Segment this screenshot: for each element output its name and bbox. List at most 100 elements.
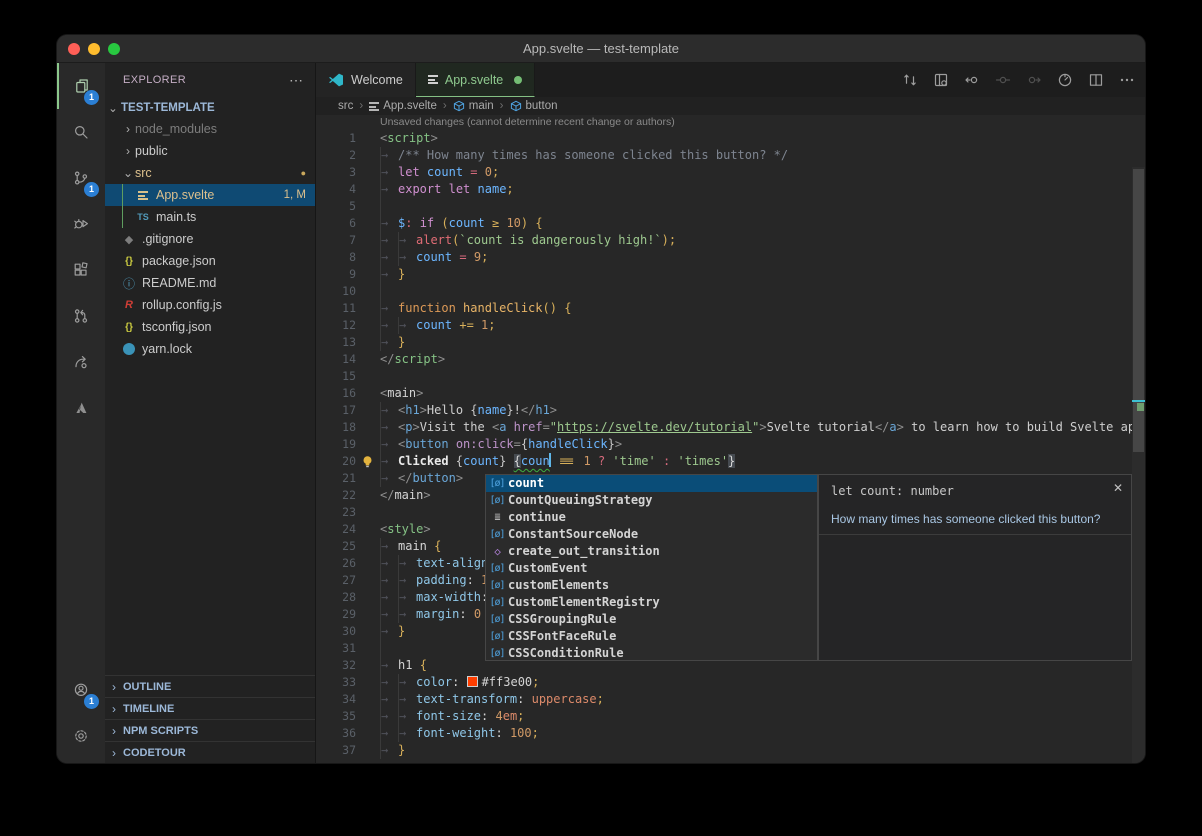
open-preview-icon[interactable] — [933, 72, 949, 88]
suggest-item-countqueuingstrategy[interactable]: [ø]CountQueuingStrategy — [486, 492, 817, 509]
breadcrumb-item-button[interactable]: button — [510, 100, 558, 112]
code-line[interactable]: 36→→font-weight: 100; — [316, 725, 1145, 742]
change-dot-icon[interactable] — [995, 72, 1011, 88]
suggest-item-customevent[interactable]: [ø]CustomEvent — [486, 560, 817, 577]
suggest-item-cssfontfacerule[interactable]: [ø]CSSFontFaceRule — [486, 628, 817, 645]
more-actions-icon[interactable]: ⋯ — [289, 72, 303, 89]
breadcrumb-label: main — [469, 100, 494, 112]
next-change-icon[interactable] — [1026, 72, 1042, 88]
code-line[interactable]: 35→→font-size: 4em; — [316, 708, 1145, 725]
code-line[interactable]: 8→→count = 9; — [316, 249, 1145, 266]
suggest-item-customelements[interactable]: [ø]customElements — [486, 577, 817, 594]
tree-folder-src[interactable]: ⌄src● — [105, 162, 315, 184]
suggest-item-customelementregistry[interactable]: [ø]CustomElementRegistry — [486, 594, 817, 611]
code-line[interactable]: 12→→count += 1; — [316, 317, 1145, 334]
activity-bar-item-github-pr[interactable] — [57, 293, 105, 339]
tab-welcome[interactable]: Welcome — [316, 63, 416, 97]
activity-bar-item-live-share[interactable] — [57, 339, 105, 385]
code-line[interactable]: 10→ — [316, 283, 1145, 300]
run-timer-icon[interactable] — [1057, 72, 1073, 88]
code-line[interactable]: 33→→color: #ff3e00; — [316, 674, 1145, 691]
suggest-label: CustomElementRegistry — [508, 594, 660, 611]
suggest-item-constantsourcenode[interactable]: [ø]ConstantSourceNode — [486, 526, 817, 543]
code-line[interactable]: 6→$: if (count ≥ 10) { — [316, 215, 1145, 232]
breadcrumb-item-main[interactable]: main — [453, 100, 494, 112]
code-line[interactable]: 37→} — [316, 742, 1145, 759]
codelens-annotation[interactable]: Unsaved changes (cannot determine recent… — [316, 115, 1145, 130]
azure-icon — [73, 400, 90, 416]
activity-bar-item-azure[interactable] — [57, 385, 105, 431]
sidebar-section-timeline[interactable]: ›TIMELINE — [105, 697, 315, 719]
git-compare-icon[interactable] — [902, 72, 918, 88]
activity-bar-item-explorer[interactable]: 1 — [57, 63, 105, 109]
suggest-label: create_out_transition — [508, 543, 660, 560]
code-line[interactable]: 19→<button on:click={handleClick}> — [316, 436, 1145, 453]
tree-file-package-json[interactable]: {}package.json — [105, 250, 315, 272]
tab-label: App.svelte — [445, 73, 503, 87]
chevron-right-icon: › — [105, 702, 123, 716]
tree-file-tsconfig-json[interactable]: {}tsconfig.json — [105, 316, 315, 338]
code-line[interactable]: 17→<h1>Hello {name}!</h1> — [316, 402, 1145, 419]
activity-bar-item-source-control[interactable]: 1 — [57, 155, 105, 201]
sidebar-section-npm-scripts[interactable]: ›NPM SCRIPTS — [105, 719, 315, 741]
tree-file-app-svelte[interactable]: App.svelte1, M — [105, 184, 315, 206]
file-label: App.svelte — [156, 188, 284, 202]
code-line[interactable]: 20→Clicked {count} {coun ≡ 1 ? 'time' : … — [316, 453, 1145, 470]
suggest-item-cssconditionrule[interactable]: [ø]CSSConditionRule — [486, 645, 817, 662]
activity-bar-item-extensions[interactable] — [57, 247, 105, 293]
tree-root-folder[interactable]: ⌄ TEST-TEMPLATE — [105, 97, 315, 118]
symbol-class-icon: [ø] — [486, 577, 508, 594]
file-label: node_modules — [135, 122, 315, 136]
suggest-item-count[interactable]: [ø]count — [486, 475, 817, 492]
activity-bar-item-run-debug[interactable] — [57, 201, 105, 247]
line-number: 3 — [316, 164, 356, 181]
line-number: 27 — [316, 572, 356, 589]
code-area[interactable]: Unsaved changes (cannot determine recent… — [316, 115, 1145, 763]
code-line[interactable]: 34→→text-transform: uppercase; — [316, 691, 1145, 708]
code-line[interactable]: 7→→alert(`count is dangerously high!`); — [316, 232, 1145, 249]
tree-folder-node-modules[interactable]: ›node_modules — [105, 118, 315, 140]
tree-file-rollup-config-js[interactable]: Rrollup.config.js — [105, 294, 315, 316]
sidebar-section-outline[interactable]: ›OUTLINE — [105, 675, 315, 697]
code-line[interactable]: 11→function handleClick() { — [316, 300, 1145, 317]
line-number: 18 — [316, 419, 356, 436]
suggest-item-create_out_transition[interactable]: ◇create_out_transition — [486, 543, 817, 560]
chevron-right-icon: › — [105, 680, 123, 694]
code-line[interactable]: 1<script> — [316, 130, 1145, 147]
tree-folder-public[interactable]: ›public — [105, 140, 315, 162]
code-line[interactable]: 3→let count = 0; — [316, 164, 1145, 181]
title-bar[interactable]: App.svelte — test-template — [57, 35, 1145, 63]
code-line[interactable]: 16<main> — [316, 385, 1145, 402]
code-line[interactable]: 18→<p>Visit the <a href="https://svelte.… — [316, 419, 1145, 436]
activity-bar-item-accounts[interactable]: 1 — [57, 667, 105, 713]
code-line[interactable]: 15 — [316, 368, 1145, 385]
suggest-item-continue[interactable]: ≣continue — [486, 509, 817, 526]
symbol-cube-icon — [453, 100, 465, 112]
line-number: 37 — [316, 742, 356, 759]
more-actions-icon[interactable] — [1119, 72, 1135, 88]
code-line[interactable]: 9→} — [316, 266, 1145, 283]
editor-scrollbar[interactable] — [1132, 167, 1145, 763]
code-line[interactable]: 13→} — [316, 334, 1145, 351]
tree-file--gitignore[interactable]: ◆.gitignore — [105, 228, 315, 250]
activity-bar-item-settings[interactable] — [57, 713, 105, 759]
tree-file-readme-md[interactable]: ⓘREADME.md — [105, 272, 315, 294]
code-line[interactable]: 14</script> — [316, 351, 1145, 368]
tree-file-yarn-lock[interactable]: yarn.lock — [105, 338, 315, 360]
tree-file-main-ts[interactable]: TSmain.ts — [105, 206, 315, 228]
close-icon[interactable]: ✕ — [1113, 481, 1123, 495]
previous-change-icon[interactable] — [964, 72, 980, 88]
quick-fix-lightbulb-icon[interactable] — [361, 455, 374, 469]
suggest-item-cssgroupingrule[interactable]: [ø]CSSGroupingRule — [486, 611, 817, 628]
code-line[interactable]: 5→ — [316, 198, 1145, 215]
symbol-class-icon: [ø] — [486, 611, 508, 628]
code-line[interactable]: 4→export let name; — [316, 181, 1145, 198]
breadcrumb-item-src[interactable]: src — [338, 100, 353, 112]
tab-app-svelte[interactable]: App.svelte — [416, 63, 535, 97]
activity-bar-item-search[interactable] — [57, 109, 105, 155]
tab-label: Welcome — [351, 73, 403, 87]
split-editor-icon[interactable] — [1088, 72, 1104, 88]
code-line[interactable]: 2→/** How many times has someone clicked… — [316, 147, 1145, 164]
breadcrumb-item-app-svelte[interactable]: App.svelte — [369, 100, 437, 112]
sidebar-section-codetour[interactable]: ›CODETOUR — [105, 741, 315, 763]
